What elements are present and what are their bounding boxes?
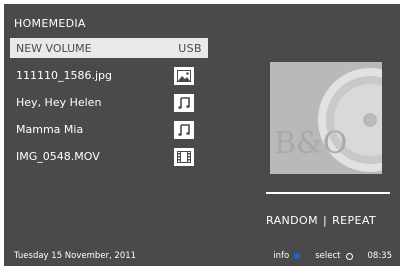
list-item-label: Mamma Mia xyxy=(16,123,84,136)
volume-type-label: USB xyxy=(178,41,202,55)
list-item-image-file[interactable]: 111110_1586.jpg xyxy=(10,62,208,89)
repeat-toggle[interactable]: REPEAT xyxy=(332,214,376,227)
list-item-label: Hey, Hey Helen xyxy=(16,96,102,109)
list-item-label: IMG_0548.MOV xyxy=(16,150,100,163)
select-button-icon[interactable] xyxy=(345,252,353,260)
playmode-separator: | xyxy=(322,214,328,227)
divider xyxy=(266,192,390,194)
info-hint-label: info xyxy=(273,251,290,261)
list-item-video-file[interactable]: IMG_0548.MOV xyxy=(10,143,208,170)
media-list: NEW VOLUME USB 111110_1586.jpg Hey, Hey … xyxy=(10,38,208,170)
list-item-audio-file[interactable]: Hey, Hey Helen xyxy=(10,89,208,116)
album-artwork: B&O xyxy=(270,62,382,174)
brand-logo: B&O xyxy=(274,126,348,161)
page-title: HOMEMEDIA xyxy=(14,17,86,30)
music-note-icon xyxy=(174,120,194,139)
footer-hints: info select 08:35 xyxy=(273,251,392,261)
film-icon xyxy=(174,147,194,166)
playmode-controls: RANDOM | REPEAT xyxy=(266,214,396,227)
clock-label: 08:35 xyxy=(367,251,393,261)
date-label: Tuesday 15 November, 2011 xyxy=(14,251,137,261)
random-toggle[interactable]: RANDOM xyxy=(266,214,318,227)
list-item-new-volume[interactable]: NEW VOLUME USB xyxy=(10,38,208,58)
select-hint-label: select xyxy=(315,251,341,261)
music-note-icon xyxy=(174,93,194,112)
list-item-label: NEW VOLUME xyxy=(16,41,92,55)
media-browser-screen: HOMEMEDIA NEW VOLUME USB 111110_1586.jpg… xyxy=(4,4,400,266)
info-button-icon[interactable] xyxy=(294,253,301,259)
list-item-label: 111110_1586.jpg xyxy=(16,69,113,82)
status-bar: Tuesday 15 November, 2011 info select 08… xyxy=(14,251,392,261)
list-item-audio-file[interactable]: Mamma Mia xyxy=(10,116,208,143)
image-icon xyxy=(174,66,194,85)
